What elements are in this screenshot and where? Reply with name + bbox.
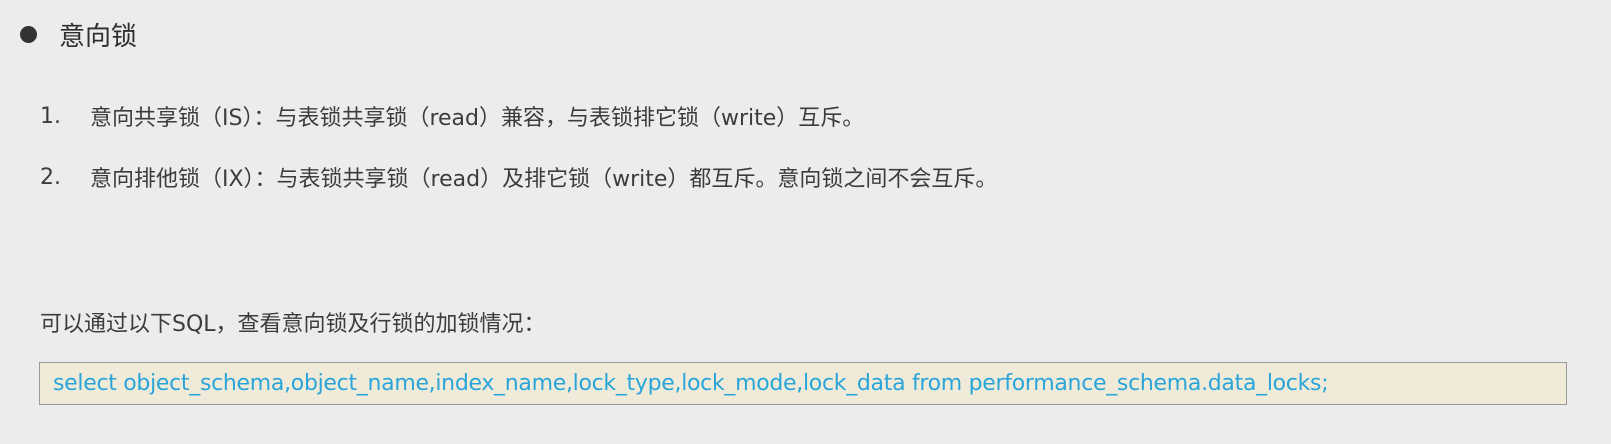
section-title: 意向锁 [59,21,138,52]
list-item: 2. 意向排他锁（IX）：与表锁共享锁（read）及排它锁（write）都互斥。… [40,157,997,197]
list-item-number: 1. [40,103,61,129]
numbered-list: 1. 意向共享锁（IS）：与表锁共享锁（read）兼容，与表锁排它锁（write… [40,96,997,218]
list-item-text: 意向排他锁（IX）：与表锁共享锁（read）及排它锁（write）都互斥。意向锁… [90,167,998,192]
list-item: 1. 意向共享锁（IS）：与表锁共享锁（read）兼容，与表锁排它锁（write… [40,96,997,136]
bullet-icon [20,25,37,43]
sql-code-block[interactable]: select object_schema,object_name,index_n… [39,362,1567,405]
sql-note: 可以通过以下SQL，查看意向锁及行锁的加锁情况： [40,312,546,337]
section-heading: 意向锁 [20,14,137,54]
sql-code-text[interactable]: select object_schema,object_name,index_n… [53,371,1329,396]
list-item-text: 意向共享锁（IS）：与表锁共享锁（read）兼容，与表锁排它锁（write）互斥… [90,106,865,131]
list-item-number: 2. [40,164,61,190]
